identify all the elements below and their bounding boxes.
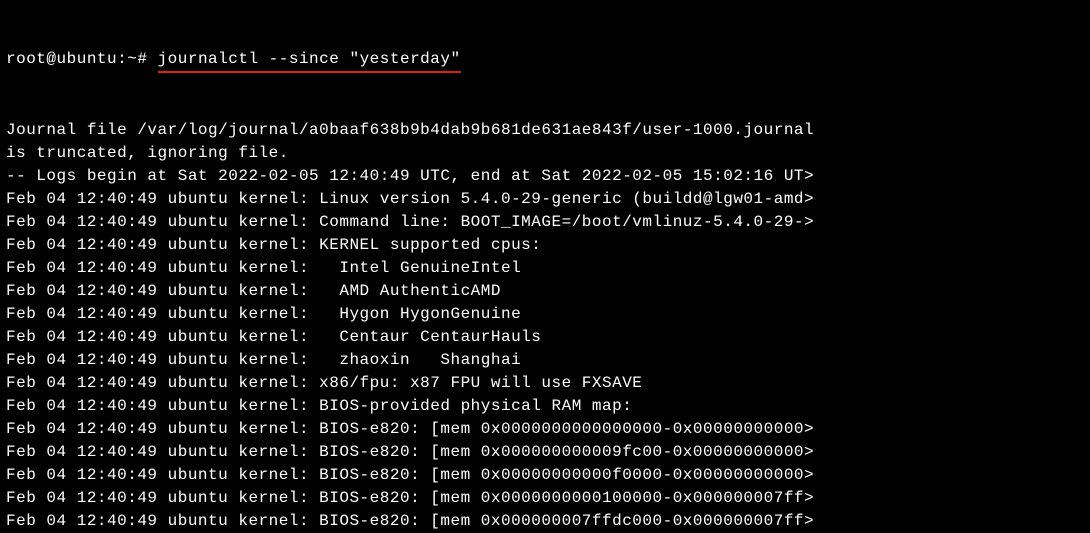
log-line: Feb 04 12:40:49 ubuntu kernel: BIOS-e820… [6,487,1084,510]
log-line: Feb 04 12:40:49 ubuntu kernel: AMD Authe… [6,280,1084,303]
log-line: Feb 04 12:40:49 ubuntu kernel: BIOS-e820… [6,464,1084,487]
log-line: Feb 04 12:40:49 ubuntu kernel: Linux ver… [6,188,1084,211]
log-output: Journal file /var/log/journal/a0baaf638b… [6,119,1084,533]
log-line: Feb 04 12:40:49 ubuntu kernel: BIOS-prov… [6,395,1084,418]
log-line: Feb 04 12:40:49 ubuntu kernel: Intel Gen… [6,257,1084,280]
log-line: Feb 04 12:40:49 ubuntu kernel: BIOS-e820… [6,418,1084,441]
log-line: Feb 04 12:40:49 ubuntu kernel: BIOS-e820… [6,441,1084,464]
log-line: Feb 04 12:40:49 ubuntu kernel: KERNEL su… [6,234,1084,257]
command-text: journalctl --since "yesterday" [158,48,461,73]
log-line: is truncated, ignoring file. [6,142,1084,165]
log-line: Journal file /var/log/journal/a0baaf638b… [6,119,1084,142]
log-line: Feb 04 12:40:49 ubuntu kernel: Centaur C… [6,326,1084,349]
log-line: Feb 04 12:40:49 ubuntu kernel: Command l… [6,211,1084,234]
log-line: Feb 04 12:40:49 ubuntu kernel: Hygon Hyg… [6,303,1084,326]
log-line: -- Logs begin at Sat 2022-02-05 12:40:49… [6,165,1084,188]
log-line: Feb 04 12:40:49 ubuntu kernel: x86/fpu: … [6,372,1084,395]
terminal-viewport[interactable]: root@ubuntu:~# journalctl --since "yeste… [0,0,1090,533]
log-line: Feb 04 12:40:49 ubuntu kernel: BIOS-e820… [6,510,1084,533]
prompt-prefix: root@ubuntu:~# [6,50,158,68]
log-line: Feb 04 12:40:49 ubuntu kernel: zhaoxin S… [6,349,1084,372]
command-line[interactable]: root@ubuntu:~# journalctl --since "yeste… [6,48,1084,73]
